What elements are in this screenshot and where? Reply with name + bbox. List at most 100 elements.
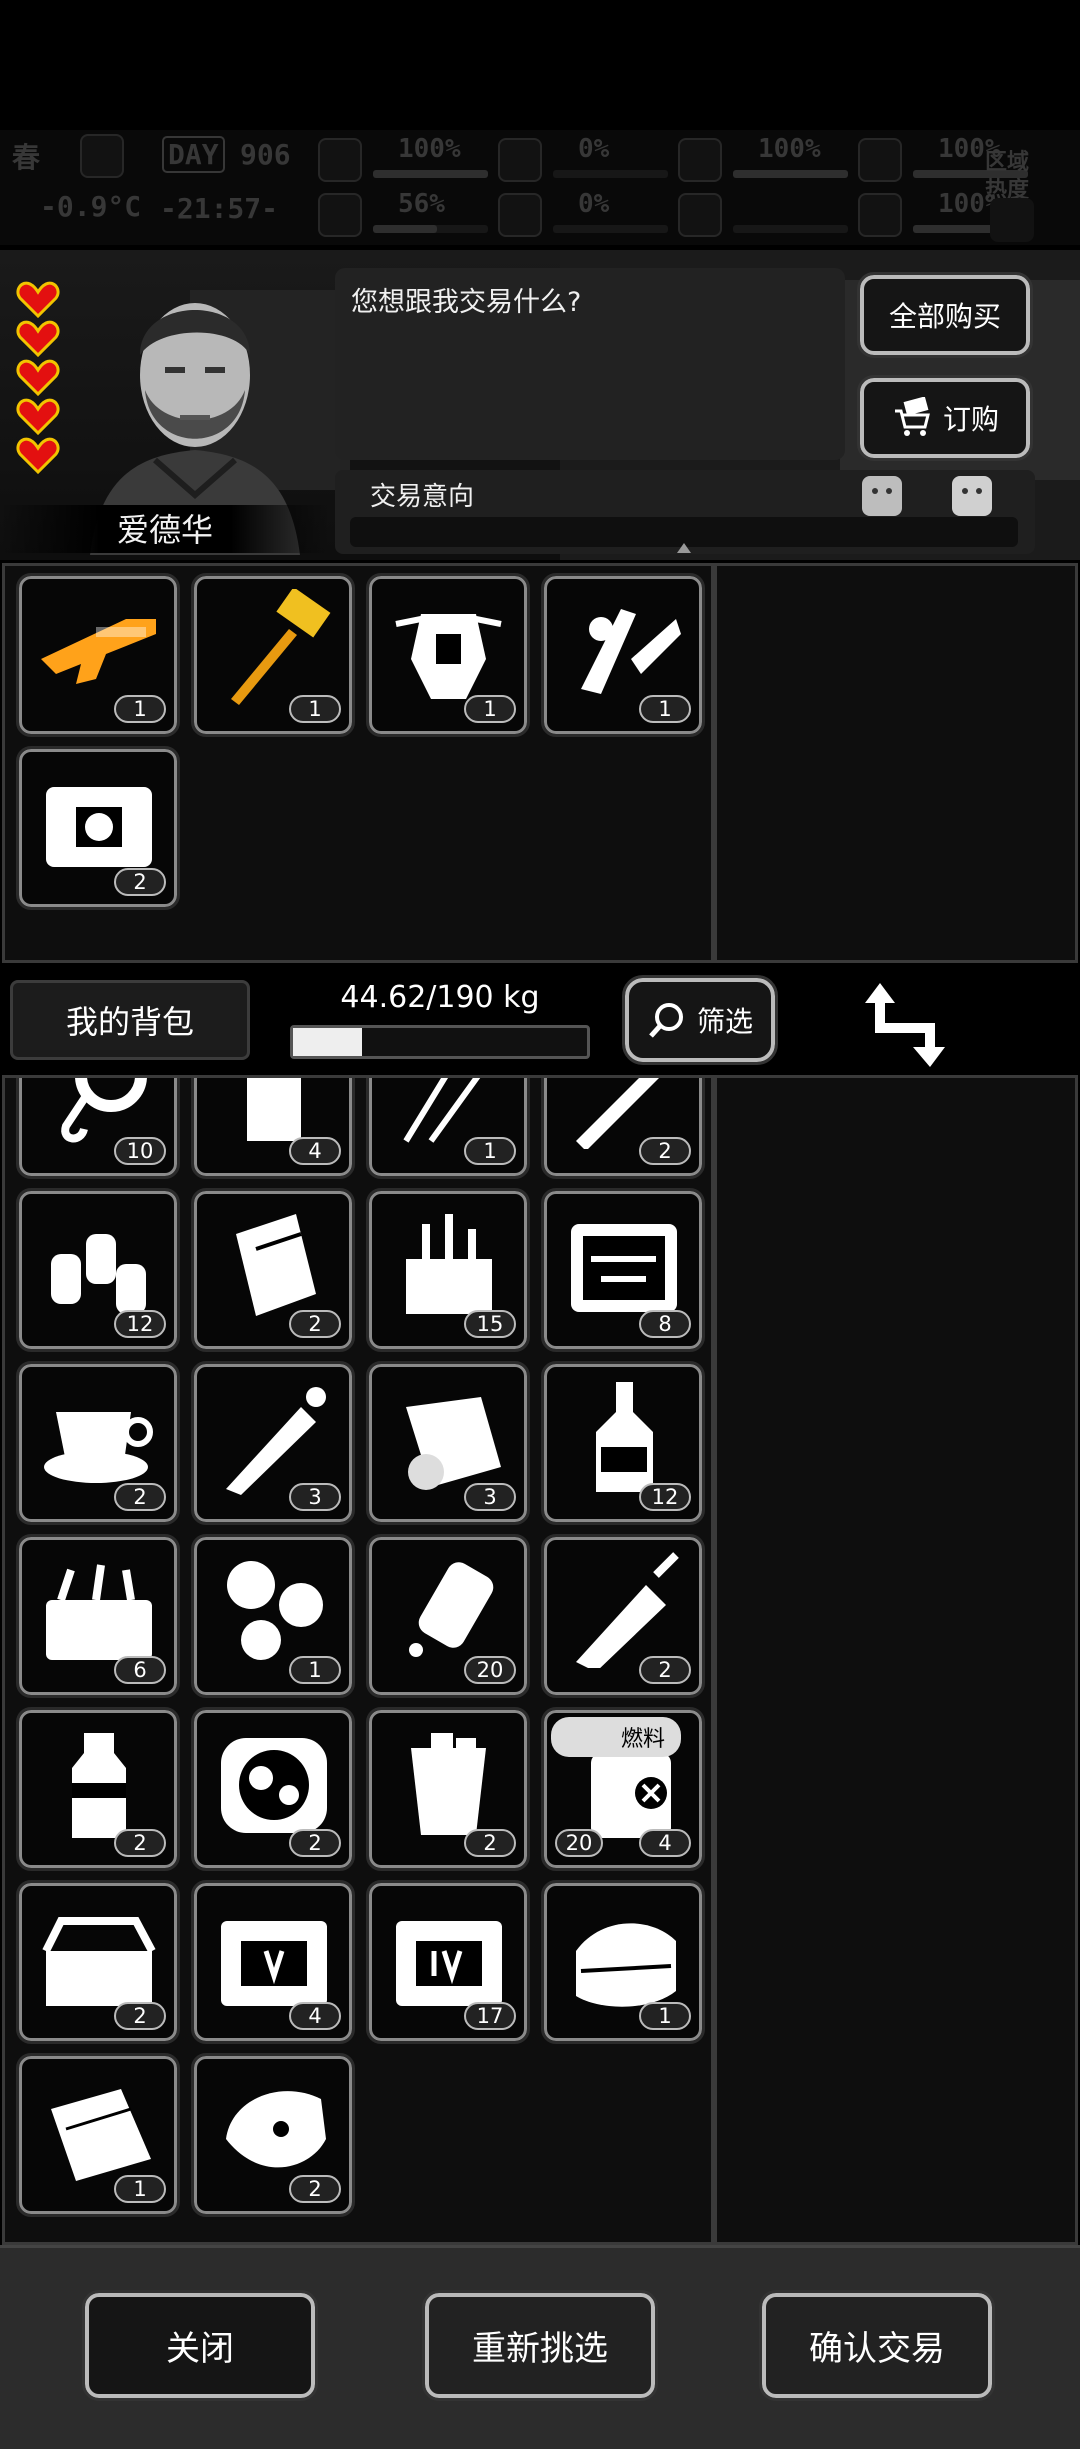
temperature-label: -0.9°C (40, 190, 142, 223)
hammer-icon (231, 589, 331, 705)
item-count: 2 (114, 2002, 166, 2030)
heart-icon (16, 281, 60, 318)
pills-icon (227, 1561, 323, 1660)
item-slot[interactable]: 12 (16, 1188, 180, 1352)
weight-bar (290, 1025, 590, 1059)
filter-label: 筛选 (696, 1005, 753, 1038)
item-slot[interactable]: 15 (366, 1188, 530, 1352)
item-slot[interactable]: 2 (16, 1361, 180, 1525)
cart-icon (894, 397, 930, 436)
stat-value: 100% (758, 134, 821, 164)
open-toolbox-icon (42, 1917, 156, 2006)
happy-face-icon (952, 476, 992, 516)
buy-all-label: 全部购买 (888, 300, 1001, 333)
trade-intent-bar (350, 517, 1018, 553)
item-slot[interactable]: 2 (366, 1707, 530, 1871)
item-slot[interactable]: 8 (541, 1188, 705, 1352)
stat-value: 56% (398, 189, 445, 219)
item-count: 17 (464, 2002, 516, 2030)
stomach-icon (678, 138, 722, 182)
item-slot[interactable]: 1 (16, 573, 180, 737)
trade-intent-marker (677, 543, 691, 553)
season-label: 春 (12, 141, 41, 174)
item-slot[interactable]: 20 (366, 1534, 530, 1698)
meat-icon (226, 2091, 326, 2168)
item-slot[interactable]: 10 (16, 1078, 180, 1179)
item-count: 2 (114, 1829, 166, 1857)
item-slot[interactable]: 2 (16, 746, 180, 910)
tool-bag-icon (406, 1214, 492, 1314)
heart-icon (16, 437, 60, 474)
bag-offer-panel[interactable] (714, 1075, 1078, 2245)
item-slot[interactable]: 1 (366, 1078, 530, 1179)
reselect-label: 重新挑选 (472, 2329, 608, 2369)
item-slot[interactable]: 3 (191, 1361, 355, 1525)
stat-value: 100% (398, 134, 461, 164)
item-slot[interactable]: 2 (191, 2053, 355, 2217)
item-slot[interactable]: 2 (16, 1707, 180, 1871)
item-slot[interactable]: 1 (191, 1534, 355, 1698)
item-slot[interactable]: 2 (541, 1534, 705, 1698)
fuel-tag: 燃料 (551, 1717, 681, 1757)
tool-case-icon (571, 1224, 677, 1312)
item-slot[interactable]: 17 (366, 1880, 530, 2044)
item-count: 1 (289, 1656, 341, 1684)
adrenaline-icon (576, 1552, 679, 1668)
towel-icon (51, 2089, 151, 2181)
energy-icon (858, 193, 902, 237)
bag-inventory-panel[interactable]: 10 4 1 2 12 2 15 8 2 3 3 12 6 1 20 2 2 2 2 燃料 20 4 2 4 17 1 1 2 (2, 1075, 714, 2245)
item-count: 12 (114, 1310, 166, 1338)
moon-icon (80, 134, 124, 178)
filter-button[interactable]: 筛选 (622, 975, 778, 1065)
order-button[interactable]: 订购 (857, 375, 1033, 461)
confirm-trade-button[interactable]: 确认交易 (759, 2290, 995, 2401)
item-count: 3 (289, 1483, 341, 1511)
item-count: 2 (114, 868, 166, 896)
buy-all-button[interactable]: 全部购买 (857, 272, 1033, 358)
my-bag-label: 我的背包 (65, 1003, 194, 1041)
item-slot[interactable]: 1 (16, 2053, 180, 2217)
item-count: 1 (114, 2175, 166, 2203)
armor-icon (395, 614, 502, 699)
search-icon (649, 1003, 683, 1038)
crate-iv-icon (396, 1921, 502, 2006)
paper-rolls-icon (236, 1214, 316, 1316)
day-label: DAY (162, 136, 225, 173)
speaker-icon[interactable] (990, 198, 1034, 242)
trader-offer-panel[interactable] (714, 563, 1078, 963)
item-slot[interactable]: 2 (541, 1078, 705, 1179)
item-slot[interactable]: 3 (366, 1361, 530, 1525)
trade-intent-label: 交易意向 (370, 482, 475, 512)
item-slot[interactable]: 1 (541, 573, 705, 737)
item-count: 6 (114, 1656, 166, 1684)
item-slot[interactable]: 12 (541, 1361, 705, 1525)
swap-arrows-icon[interactable] (855, 975, 945, 1070)
item-slot[interactable]: 1 (366, 573, 530, 737)
item-slot[interactable]: 4 (191, 1880, 355, 2044)
brain-icon (318, 193, 362, 237)
item-count: 4 (289, 1137, 341, 1165)
item-slot[interactable]: 1 (191, 573, 355, 737)
item-slot[interactable]: 1 (541, 1880, 705, 2044)
item-count: 2 (289, 1829, 341, 1857)
item-slot[interactable]: 4 (191, 1078, 355, 1179)
spray-cans-icon (51, 1234, 146, 1314)
close-button[interactable]: 关闭 (82, 2290, 318, 2401)
clock-label: -21:57- (160, 192, 279, 225)
item-count: 2 (114, 1483, 166, 1511)
my-bag-button[interactable]: 我的背包 (10, 980, 250, 1060)
item-count: 10 (114, 1137, 166, 1165)
confirm-trade-label: 确认交易 (809, 2329, 945, 2369)
item-count: 2 (289, 2175, 341, 2203)
item-slot[interactable]: 2 (191, 1707, 355, 1871)
stat-value: 0% (578, 134, 610, 164)
reselect-button[interactable]: 重新挑选 (422, 2290, 658, 2401)
item-count: 12 (639, 1483, 691, 1511)
item-slot[interactable]: 2 (191, 1188, 355, 1352)
item-slot[interactable]: 2 (16, 1880, 180, 2044)
item-count: 3 (464, 1483, 516, 1511)
item-count: 4 (639, 1829, 691, 1857)
item-count: 2 (639, 1137, 691, 1165)
item-slot[interactable]: 6 (16, 1534, 180, 1698)
item-slot[interactable]: 燃料 20 4 (541, 1707, 705, 1871)
